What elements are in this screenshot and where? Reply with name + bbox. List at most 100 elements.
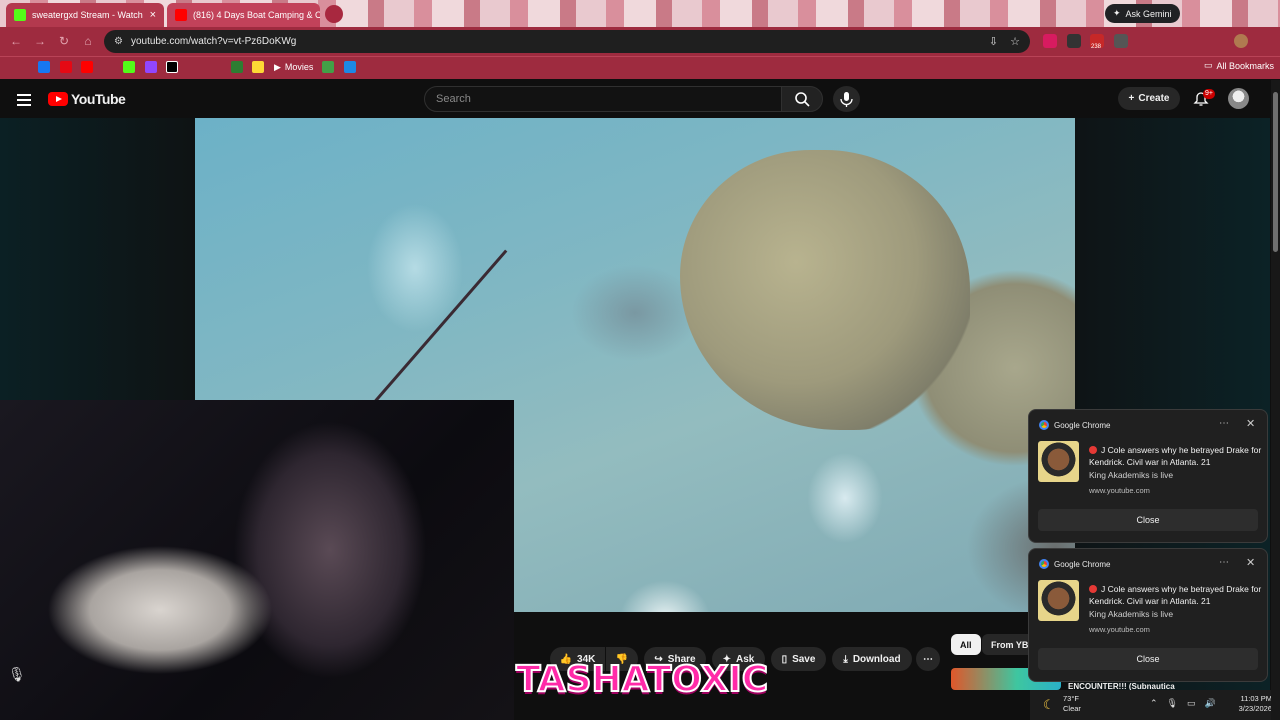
account-avatar[interactable] [1228,88,1249,109]
bookmark-star-icon[interactable]: ☆ [1010,35,1020,48]
toast-thumbnail [1038,441,1079,482]
notification-count-badge: 9+ [1203,89,1215,99]
toast-options-icon[interactable]: ⋯ [1219,418,1229,429]
toast-message-text: J Cole answers why he betrayed Drake for… [1089,584,1262,606]
kick-bookmark-icon[interactable] [123,61,135,73]
download-arrow-icon: ⤓ [843,653,848,665]
forward-icon[interactable]: → [32,33,48,49]
more-dots-icon: ⋯ [923,653,933,665]
extension-diamond-icon[interactable] [1067,34,1081,48]
youtube-logo[interactable]: YouTube [48,91,126,107]
tab-kick-stream[interactable]: sweatergxd Stream - Watch × [6,3,164,27]
chrome-logo-icon [1039,420,1049,430]
hamburger-menu-icon[interactable] [17,94,31,106]
bookmarks-bar [0,56,1280,79]
youtube-favicon-icon [175,9,187,21]
create-label: Create [1138,93,1170,104]
profile-avatar-icon[interactable] [1234,34,1248,48]
tab-title: sweatergxd Stream - Watch [32,10,143,20]
toast-options-icon[interactable]: ⋯ [1219,557,1229,568]
weather-condition: Clear [1063,704,1081,713]
toast-close-button[interactable]: Close [1038,509,1258,531]
extension-glasses-icon[interactable] [1114,34,1128,48]
toast-header: Google Chrome [1039,559,1110,569]
chrome-notification-toast: Google Chrome ⋯ ✕ J Cole answers why he … [1028,548,1268,682]
home-icon[interactable]: ⌂ [80,33,96,49]
coral-shape [680,150,970,430]
speaker-icon[interactable]: 🔊 [1205,698,1216,709]
youtube-play-icon [48,92,68,106]
ask-gemini-label: Ask Gemini [1125,8,1172,19]
movies-play-icon: ▶ [274,61,281,72]
toast-subtitle: King Akademiks is live [1089,609,1174,619]
toast-close-icon[interactable]: ✕ [1246,417,1255,430]
bookmark-folder-blue-icon[interactable] [344,61,356,73]
taskbar-clock[interactable]: 11:03 PM 3/23/2026 [1222,694,1272,714]
install-app-icon[interactable]: ⇩ [989,35,998,48]
weather-temp: 73°F [1063,694,1079,703]
netflix-icon[interactable] [60,61,72,73]
toast-url: www.youtube.com [1089,486,1150,495]
toast-subtitle: King Akademiks is live [1089,470,1174,480]
chevron-up-icon[interactable]: ⌃ [1150,698,1158,709]
url-text: youtube.com/watch?v=vt-Pz6DoKWg [130,36,297,47]
clock-time: 11:03 PM [1240,694,1272,703]
toast-app-name: Google Chrome [1054,420,1111,430]
network-icon[interactable]: ▭ [1187,698,1196,709]
search-icon [795,92,810,107]
youtube-bookmark-icon[interactable] [81,61,93,73]
chip-all[interactable]: All [951,634,981,655]
x-icon[interactable] [166,61,178,73]
gemini-sparkle-icon: ✦ [1113,8,1121,18]
microphone-icon [840,92,853,107]
toast-close-button[interactable]: Close [1038,648,1258,670]
live-dot-icon [1089,446,1097,454]
create-button[interactable]: + Create [1118,87,1180,110]
bookmark-movies[interactable]: ▶ Movies [274,59,313,75]
download-button[interactable]: ⤓ Download [832,647,912,671]
bookmark-icon: ▯ [781,653,788,665]
tab-close-icon[interactable]: × [144,9,156,21]
clock-date: 3/23/2026 [1238,704,1272,713]
search-button[interactable] [781,86,823,112]
more-actions-button[interactable]: ⋯ [916,647,940,671]
weather-widget[interactable]: 73°F Clear [1063,694,1081,714]
search-input[interactable]: Search [424,86,782,112]
bookmark-folder-green-icon[interactable] [322,61,334,73]
voice-search-button[interactable] [833,86,860,112]
toast-app-name: Google Chrome [1054,559,1111,569]
toast-header: Google Chrome [1039,420,1110,430]
scrollbar-thumb[interactable] [1273,92,1278,252]
system-tray: ⌃ 🎙 ▭ 🔊 [1150,698,1216,709]
ask-gemini-button[interactable]: ✦ Ask Gemini [1105,4,1180,23]
toast-close-icon[interactable]: ✕ [1246,556,1255,569]
xbox-icon[interactable] [231,61,243,73]
toast-thumbnail [1038,580,1079,621]
save-label: Save [792,653,816,665]
kick-favicon-icon [14,9,26,21]
plus-icon: + [1128,93,1135,104]
moon-weather-icon[interactable]: ☾ [1043,697,1055,713]
all-bookmarks-label: All Bookmarks [1216,60,1275,71]
all-bookmarks-button[interactable]: ▭ All Bookmarks [1204,60,1274,71]
twitch-icon[interactable] [145,61,157,73]
bookmark-movies-label: Movies [284,62,314,72]
spear-shape [373,249,508,403]
reload-icon[interactable]: ↻ [56,33,72,49]
toast-message: J Cole answers why he betrayed Drake for… [1089,444,1265,468]
facebook-icon[interactable] [38,61,50,73]
mic-tray-icon[interactable]: 🎙 [1167,698,1178,709]
youtube-wordmark: YouTube [71,91,126,107]
tab-group-icon[interactable] [325,5,343,23]
streamer-watermark: TASHATOXIC [515,658,769,701]
back-icon[interactable]: ← [8,33,24,49]
mic-muted-icon: 🎙 [8,666,26,682]
extension-shield-icon[interactable] [1043,34,1057,48]
tab-youtube-video[interactable]: (816) 4 Days Boat Camping & C × [167,3,320,27]
site-info-icon[interactable]: ⚙ [114,36,123,47]
save-button[interactable]: ▯ Save [771,647,826,671]
webcam-overlay [0,400,514,720]
address-bar[interactable]: ⚙ youtube.com/watch?v=vt-Pz6DoKWg ⇩ ☆ [104,30,1030,53]
download-label: Download [852,653,901,665]
star-bookmark-icon[interactable] [252,61,264,73]
